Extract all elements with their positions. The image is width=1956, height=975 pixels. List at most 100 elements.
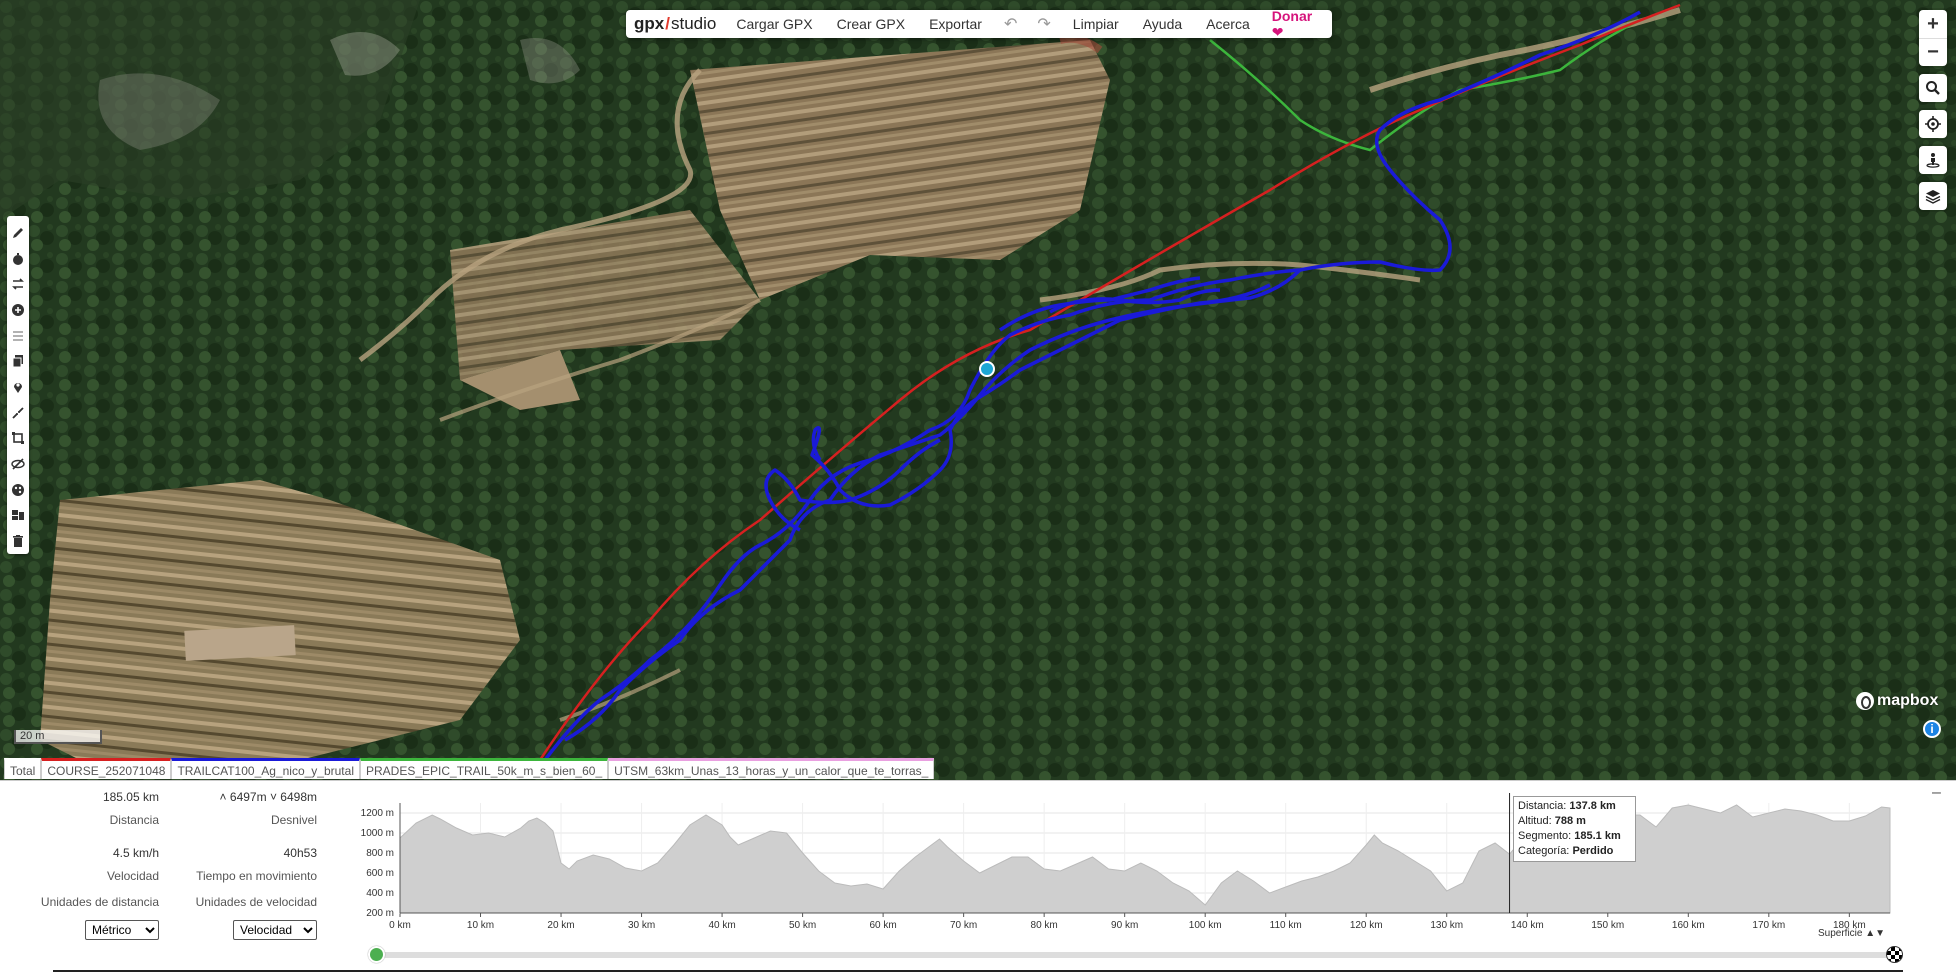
elevation-up-icon: ˄	[219, 790, 227, 804]
pencil-icon[interactable]	[9, 220, 27, 246]
locate-control	[1919, 110, 1947, 138]
y-tick-label: 1200 m	[361, 808, 394, 819]
mapbox-logo[interactable]: mapbox	[1856, 692, 1938, 710]
elevation-gain-loss: ˄ 6497m ˅ 6498m	[180, 790, 317, 804]
help-button[interactable]: Ayuda	[1131, 16, 1194, 32]
file-tabs: Total COURSE_252071048 TRAILCAT100_Ag_nico…	[4, 758, 935, 779]
redo-icon[interactable]: ↷	[1027, 14, 1060, 34]
x-tick-label: 100 km	[1189, 920, 1222, 931]
edit-toolbar	[7, 216, 29, 554]
layers-edit-icon[interactable]	[9, 503, 27, 529]
range-slider-track[interactable]	[376, 952, 1896, 958]
moving-time: 40h53	[283, 846, 317, 860]
search-icon[interactable]	[1919, 74, 1947, 102]
clear-button[interactable]: Limpiar	[1061, 16, 1131, 32]
donate-button[interactable]: Donar ❤	[1262, 8, 1332, 41]
x-tick-label: 70 km	[950, 920, 977, 931]
x-tick-label: 0 km	[389, 920, 411, 931]
zoom-out-button[interactable]: −	[1919, 38, 1947, 66]
x-tick-label: 80 km	[1031, 920, 1058, 931]
average-speed: 4.5 km/h	[112, 846, 159, 860]
tooltip-category: Perdido	[1572, 845, 1614, 857]
palette-icon[interactable]	[9, 477, 27, 503]
speed-units-label: Unidades de velocidad	[195, 895, 317, 909]
x-tick-label: 150 km	[1591, 920, 1624, 931]
moving-time-label: Tiempo en movimiento	[196, 869, 317, 883]
x-tick-label: 30 km	[628, 920, 655, 931]
y-tick-label: 600 m	[366, 868, 394, 879]
x-tick-label: 50 km	[789, 920, 816, 931]
file-tab-total[interactable]: Total	[4, 758, 42, 779]
info-icon[interactable]: i	[1923, 720, 1941, 738]
locate-icon[interactable]	[1919, 110, 1947, 138]
map-view[interactable]: gpx / studio Cargar GPX Crear GPX Exportar…	[0, 0, 1956, 780]
create-gpx-button[interactable]: Crear GPX	[825, 16, 917, 32]
trash-icon[interactable]	[9, 528, 27, 554]
range-slider-start-handle[interactable]	[368, 946, 385, 963]
elevation-label: Desnivel	[270, 813, 317, 827]
tooltip-altitude: 788 m	[1554, 815, 1586, 827]
mapbox-label: mapbox	[1877, 692, 1939, 709]
y-tick-label: 400 m	[366, 888, 394, 899]
speed-label: Velocidad	[106, 869, 159, 883]
surface-label: Superficie	[1818, 928, 1863, 939]
hide-icon[interactable]	[9, 451, 27, 477]
street-view-control	[1919, 146, 1947, 174]
range-slider-end-handle[interactable]	[1886, 946, 1903, 963]
file-tab[interactable]: COURSE_252071048	[41, 758, 172, 779]
elevation-up: 6497m	[229, 790, 267, 804]
scale-bar: 20 m	[14, 730, 102, 744]
distance-units-select[interactable]: Métrico	[85, 920, 159, 940]
about-button[interactable]: Acerca	[1194, 16, 1262, 32]
map-pin-icon[interactable]	[9, 374, 27, 400]
distance-units-label: Unidades de distancia	[40, 895, 159, 909]
crop-icon[interactable]	[9, 426, 27, 452]
x-tick-label: 140 km	[1511, 920, 1544, 931]
y-tick-label: 200 m	[366, 908, 394, 919]
tooltip-distance: 137.8 km	[1569, 800, 1616, 812]
x-tick-label: 10 km	[467, 920, 494, 931]
heart-icon: ❤	[1271, 23, 1284, 40]
y-tick-label: 800 m	[366, 848, 394, 859]
x-tick-label: 170 km	[1752, 920, 1785, 931]
elevation-profile-chart[interactable]: 200 m 400 m 600 m 800 m 1000 m 1200 m 0 km 10 k…	[350, 793, 1920, 943]
logo-gpx: gpx	[634, 14, 665, 33]
x-tick-label: 60 km	[869, 920, 896, 931]
export-button[interactable]: Exportar	[917, 16, 994, 32]
layers-control	[1919, 182, 1947, 210]
file-tab[interactable]: PRADES_EPIC_TRAIL_50k_m_s_bien_60_	[359, 758, 609, 779]
logo-studio: studio	[670, 14, 717, 33]
distance-label: Distancia	[109, 813, 159, 827]
stopwatch-icon[interactable]	[9, 246, 27, 272]
list-icon[interactable]	[9, 323, 27, 349]
copy-icon[interactable]	[9, 348, 27, 374]
elevation-down: 6498m	[280, 790, 317, 804]
donate-label: Donar	[1271, 7, 1313, 24]
surface-toggle[interactable]: Superficie ▲▼	[1818, 928, 1885, 939]
x-tick-label: 40 km	[708, 920, 735, 931]
x-tick-label: 20 km	[547, 920, 574, 931]
plus-circle-icon[interactable]	[9, 297, 27, 323]
zoom-in-button[interactable]: +	[1919, 10, 1947, 38]
reverse-icon[interactable]	[9, 271, 27, 297]
file-tab[interactable]: TRAILCAT100_Ag_nico_y_brutal	[171, 758, 360, 779]
tooltip-category-label: Categoría:	[1518, 845, 1570, 857]
load-gpx-button[interactable]: Cargar GPX	[724, 16, 824, 32]
street-view-icon[interactable]	[1919, 146, 1947, 174]
elevation-area-series	[399, 804, 1891, 914]
file-tab[interactable]: UTSM_63km_Unas_13_horas_y_un_calor_que_t…	[608, 758, 935, 779]
search-control	[1919, 74, 1947, 102]
x-tick-label: 90 km	[1111, 920, 1138, 931]
tooltip-segment-label: Segmento:	[1518, 830, 1572, 842]
speed-units-select[interactable]: Velocidad	[233, 920, 317, 940]
y-tick-label: 1000 m	[361, 828, 394, 839]
layers-icon[interactable]	[1919, 182, 1947, 210]
compress-icon[interactable]	[9, 400, 27, 426]
sort-arrows-icon: ▲▼	[1865, 928, 1886, 939]
satellite-imagery[interactable]	[0, 0, 1956, 780]
undo-icon[interactable]: ↶	[994, 14, 1027, 34]
minimize-panel-button[interactable]: –	[1932, 784, 1941, 802]
x-tick-label: 130 km	[1430, 920, 1463, 931]
zoom-controls: + −	[1919, 10, 1947, 66]
gpx-studio-logo[interactable]: gpx / studio	[626, 14, 724, 34]
